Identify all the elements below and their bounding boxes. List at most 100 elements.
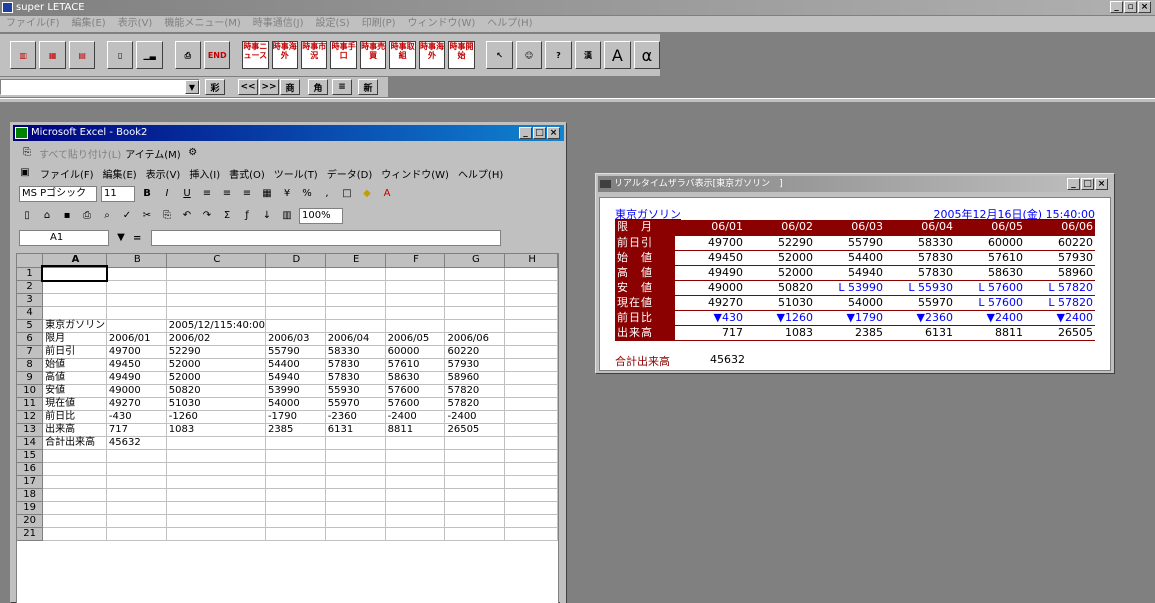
minimize-icon[interactable]: _ [519, 127, 532, 139]
kanji-icon[interactable]: 漢 [574, 41, 602, 69]
workbook-icon[interactable]: ▣ [19, 165, 31, 181]
new-button[interactable]: 新 [358, 79, 378, 95]
jiji-news-button[interactable]: 時事ニュース [242, 41, 269, 69]
spreadsheet-grid[interactable]: A B C D E F G H 1 2 3 4 5 東京ガソリン 2005/12/115:4… [16, 253, 559, 603]
cell[interactable] [504, 358, 558, 372]
column-header[interactable]: G [444, 254, 506, 268]
cell[interactable]: 49000 [106, 384, 167, 398]
cell[interactable]: 57820 [444, 397, 506, 411]
cell[interactable] [166, 462, 266, 476]
row-header[interactable]: 2 [17, 280, 44, 294]
cell[interactable]: 6131 [325, 423, 386, 437]
maximize-icon[interactable]: □ [1081, 178, 1094, 190]
currency-icon[interactable]: ¥ [279, 186, 295, 202]
cell[interactable]: 52000 [166, 358, 266, 372]
cell[interactable]: 2006/04 [325, 332, 386, 346]
cell[interactable] [265, 475, 326, 489]
align-right-icon[interactable]: ≡ [239, 186, 255, 202]
menu-jiji[interactable]: 時事通信(J) [253, 16, 304, 32]
cell[interactable] [166, 501, 266, 515]
cell[interactable]: -2400 [444, 410, 506, 424]
row-header[interactable]: 19 [17, 501, 44, 515]
cell[interactable] [504, 267, 558, 281]
menu-help[interactable]: ヘルプ(H) [487, 16, 532, 32]
cell[interactable]: 49490 [106, 371, 167, 385]
row-header[interactable]: 7 [17, 345, 44, 359]
cell[interactable] [106, 475, 167, 489]
alpha-button[interactable]: α [633, 41, 661, 69]
cell[interactable] [166, 306, 266, 320]
cell[interactable] [444, 267, 506, 281]
jiji-overseas-button[interactable]: 時事海外 [271, 41, 298, 69]
zoom-select[interactable]: 100% [299, 208, 343, 224]
cell[interactable] [106, 280, 167, 294]
row-header[interactable]: 10 [17, 384, 44, 398]
cell[interactable]: 57830 [325, 371, 386, 385]
jiji-foreign-button[interactable]: 時事海外 [418, 41, 446, 69]
cell[interactable] [166, 488, 266, 502]
prev-button[interactable]: << [238, 79, 258, 95]
row-header[interactable]: 21 [17, 527, 44, 541]
undo-icon[interactable]: ↶ [179, 208, 195, 224]
row-header[interactable]: 5 [17, 319, 44, 333]
cell[interactable]: 55790 [265, 345, 326, 359]
cell[interactable]: -2400 [385, 410, 446, 424]
jiji-position-button[interactable]: 時事取組 [389, 41, 416, 69]
cell[interactable]: 58330 [325, 345, 386, 359]
cell[interactable] [325, 527, 386, 541]
table-icon[interactable]: ≡ [332, 79, 352, 95]
cell[interactable]: 45632 [106, 436, 167, 450]
cell[interactable] [444, 514, 506, 528]
print-icon[interactable]: ⎙ [79, 208, 95, 224]
cell[interactable] [106, 267, 167, 281]
print-icon[interactable]: ⎙ [174, 41, 201, 69]
paste-icon[interactable]: ⎘ [19, 145, 35, 161]
cell[interactable] [325, 306, 386, 320]
row-header[interactable]: 3 [17, 293, 44, 307]
cell[interactable]: 52290 [166, 345, 266, 359]
chevron-down-icon[interactable]: ▼ [185, 80, 199, 94]
cell[interactable]: 2006/05 [385, 332, 446, 346]
cell[interactable]: 53990 [265, 384, 326, 398]
column-header[interactable]: B [106, 254, 167, 268]
cell[interactable]: 54000 [265, 397, 326, 411]
cell[interactable] [166, 475, 266, 489]
close-icon[interactable]: × [1138, 1, 1151, 13]
cell[interactable]: 54940 [265, 371, 326, 385]
cell[interactable] [106, 306, 167, 320]
row-header[interactable]: 15 [17, 449, 44, 463]
cell[interactable] [42, 293, 107, 307]
formula-input[interactable] [151, 230, 501, 246]
cell[interactable]: 出来高 [42, 423, 107, 437]
underline-icon[interactable]: U [179, 186, 195, 202]
row-header[interactable]: 13 [17, 423, 44, 437]
cell[interactable] [385, 267, 446, 281]
cell[interactable] [444, 449, 506, 463]
cell[interactable] [265, 267, 326, 281]
cell[interactable]: 51030 [166, 397, 266, 411]
cell[interactable]: 60220 [444, 345, 506, 359]
cell[interactable] [504, 371, 558, 385]
save-icon[interactable]: ▪ [59, 208, 75, 224]
cell[interactable] [325, 293, 386, 307]
cell[interactable] [265, 319, 326, 333]
cell[interactable] [385, 488, 446, 502]
cell[interactable] [444, 293, 506, 307]
cell[interactable] [385, 514, 446, 528]
cell[interactable] [42, 501, 107, 515]
cell[interactable]: 57600 [385, 384, 446, 398]
cell[interactable]: 52000 [166, 371, 266, 385]
cell[interactable] [504, 527, 558, 541]
cell[interactable]: 前日引 [42, 345, 107, 359]
cell[interactable] [444, 501, 506, 515]
cell[interactable] [106, 319, 167, 333]
cell[interactable] [166, 514, 266, 528]
cell[interactable]: 2006/02 [166, 332, 266, 346]
cell[interactable]: 2006/03 [265, 332, 326, 346]
cell[interactable]: 55930 [325, 384, 386, 398]
cell[interactable] [504, 423, 558, 437]
user-icon[interactable]: ☺ [515, 41, 543, 69]
cell[interactable] [325, 449, 386, 463]
code-combo[interactable]: ▼ [0, 79, 200, 95]
cell[interactable] [504, 501, 558, 515]
